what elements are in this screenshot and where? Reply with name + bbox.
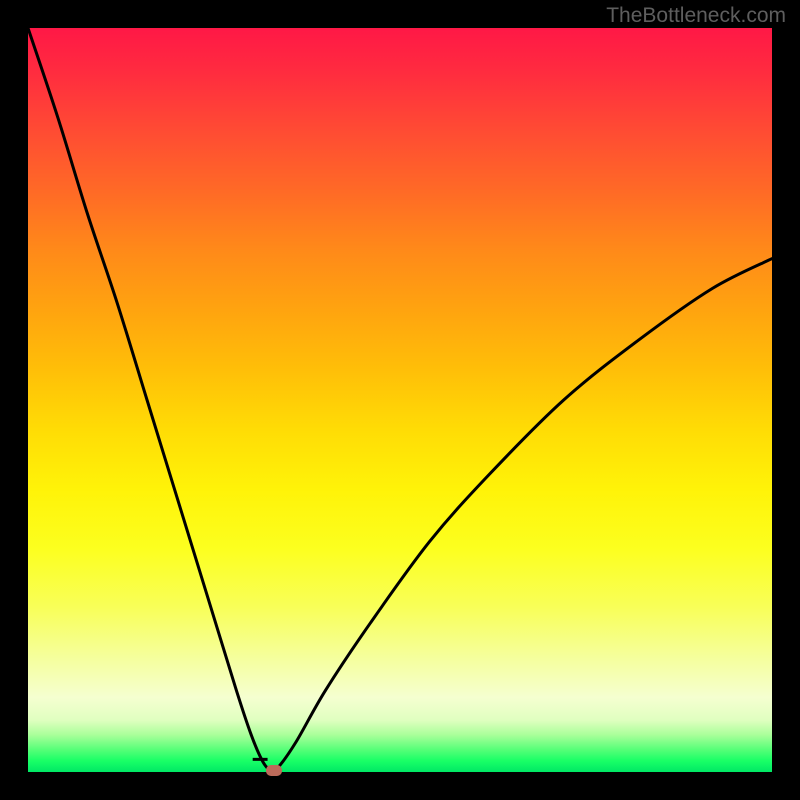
bottleneck-curve-svg — [28, 28, 772, 772]
watermark-text: TheBottleneck.com — [606, 4, 786, 28]
chart-plot-area — [28, 28, 772, 772]
minimum-marker — [266, 765, 282, 776]
bottleneck-curve — [28, 28, 772, 771]
